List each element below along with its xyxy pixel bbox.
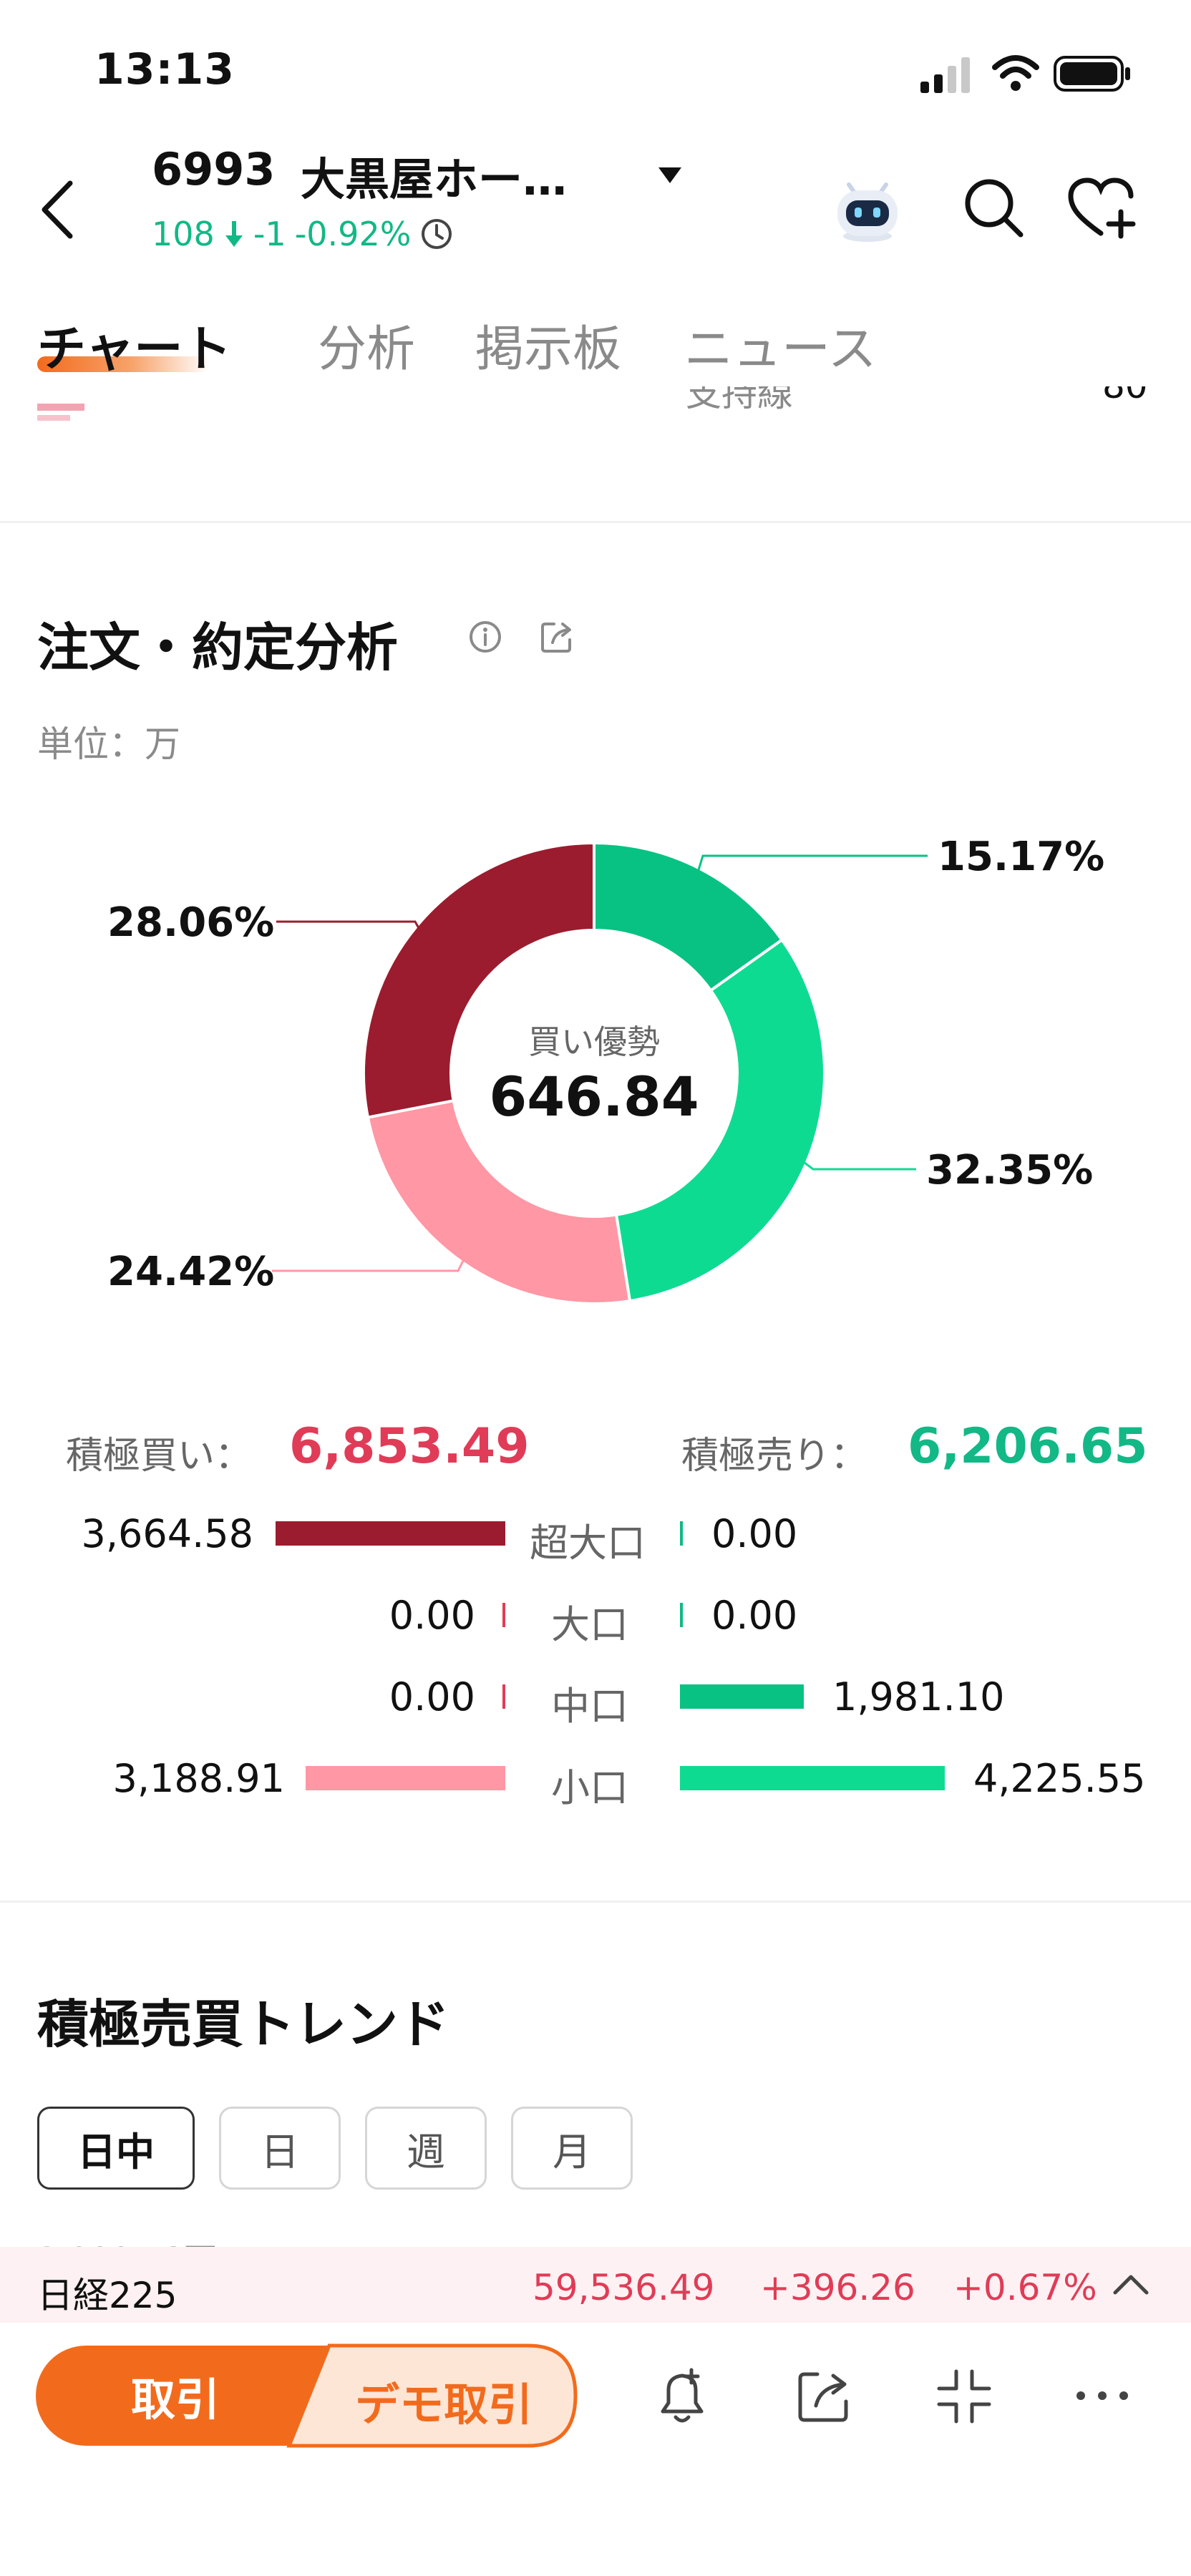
trend-month-button[interactable]: 月 [511, 2107, 633, 2190]
donut-center-value: 646.84 [489, 1065, 699, 1128]
section-divider [0, 521, 1191, 523]
trade-button-label: 取引 [130, 2373, 220, 2426]
share-icon[interactable] [792, 2364, 856, 2429]
buy-total-label: 積極買い： [66, 1435, 253, 1478]
unit-label: 単位：万 [37, 723, 180, 765]
price-line: 108 -1 -0.92% [152, 215, 454, 253]
tab-news[interactable]: ニュース [684, 309, 877, 380]
row-sell-bar [680, 1684, 804, 1709]
row-category: 大口 [551, 1602, 628, 1647]
tab-chart[interactable]: チャート [37, 309, 231, 380]
donut-leader-line [696, 854, 928, 873]
clock-icon [422, 219, 452, 249]
add-favorite-icon[interactable] [1066, 176, 1141, 240]
market-index-value: 59,536.49 [533, 2267, 715, 2308]
row-sell-bar [680, 1603, 683, 1627]
share-icon[interactable] [538, 618, 575, 655]
trend-day-button[interactable]: 日 [219, 2107, 341, 2190]
trend-intraday-button[interactable]: 日中 [37, 2107, 195, 2190]
row-buy-bar [276, 1521, 505, 1546]
donut-slice-label: 32.35% [926, 1147, 1093, 1194]
tab-analysis[interactable]: 分析 [318, 309, 415, 380]
robot-assistant-icon[interactable] [830, 172, 905, 246]
demo-trade-button[interactable]: デモ取引 [322, 2368, 565, 2433]
status-time: 13:13 [94, 44, 235, 94]
buy-total-value: 6,853.49 [289, 1418, 530, 1475]
partial-row-value: 80 [1102, 386, 1148, 406]
row-sell-bar [680, 1766, 945, 1790]
row-sell-value: 1,981.10 [832, 1674, 1005, 1719]
row-sell-value: 0.00 [711, 1593, 798, 1638]
section-divider [0, 1901, 1191, 1903]
sell-total-label: 積極売り： [681, 1435, 868, 1478]
stock-code: 6993 [152, 143, 276, 195]
collapse-icon[interactable] [932, 2364, 996, 2429]
chevron-up-icon[interactable] [1111, 2270, 1151, 2298]
row-category: 超大口 [530, 1521, 646, 1566]
row-category: 小口 [551, 1765, 628, 1810]
price-change-pct: -0.92% [294, 215, 412, 253]
row-buy-value: 0.00 [389, 1674, 475, 1719]
row-sell-value: 0.00 [711, 1511, 798, 1556]
row-buy-value: 0.00 [389, 1593, 475, 1638]
stock-name[interactable]: 大黒屋ホー… [301, 143, 608, 208]
donut-slice [366, 1098, 632, 1305]
price-change: -1 [253, 215, 286, 253]
tab-board[interactable]: 掲示板 [475, 309, 621, 380]
row-buy-value: 3,664.58 [81, 1511, 253, 1556]
trend-axis-label: 3,000.48万 [37, 2234, 217, 2247]
row-category: 中口 [551, 1684, 628, 1729]
donut-leader-line [272, 1258, 465, 1272]
market-index-name: 日経225 [37, 2275, 178, 2316]
donut-center-label: 買い優勢 [528, 1023, 660, 1061]
row-buy-bar [502, 1603, 505, 1627]
down-arrow-icon [225, 221, 243, 247]
order-analysis-title: 注文・約定分析 [37, 618, 399, 678]
battery-icon [1054, 56, 1130, 92]
market-index-change-pct: +0.67% [953, 2267, 1097, 2308]
wifi-icon [992, 55, 1039, 91]
more-icon[interactable] [1072, 2380, 1132, 2411]
market-index-change: +396.26 [760, 2267, 915, 2308]
price-value: 108 [152, 215, 215, 253]
price-alert-icon[interactable] [650, 2364, 714, 2429]
donut-slice-label: 15.17% [938, 834, 1104, 880]
sell-total-value: 6,206.65 [908, 1418, 1148, 1475]
donut-slice-label: 28.06% [107, 899, 274, 946]
signal-icon [920, 57, 971, 93]
trend-axis-partial: 3,000.48万 [0, 2218, 1191, 2247]
back-arrow-icon[interactable] [36, 177, 79, 242]
info-icon[interactable] [467, 618, 504, 655]
app-screen: 13:13 6993 大黒屋ホー… 108 -1 -0.92% チャート 分析 … [0, 0, 1191, 2576]
row-sell-bar [680, 1521, 683, 1546]
trend-week-button[interactable]: 週 [365, 2107, 487, 2190]
row-buy-bar [502, 1684, 505, 1709]
row-buy-value: 3,188.91 [112, 1756, 285, 1801]
partial-row-label: 支持線 [686, 386, 793, 414]
trend-title: 積極売買トレンド [37, 1994, 450, 2054]
row-buy-bar [306, 1766, 505, 1790]
partial-legend-mark [37, 404, 84, 411]
donut-leader-line [276, 920, 421, 930]
search-icon[interactable] [962, 176, 1025, 239]
row-sell-value: 4,225.55 [973, 1756, 1146, 1801]
scrolled-partial-row: 支持線 80 [0, 386, 1191, 426]
dropdown-caret-icon[interactable] [657, 166, 683, 185]
donut-leader-line [802, 1160, 916, 1171]
donut-slice-label: 24.42% [107, 1249, 274, 1295]
